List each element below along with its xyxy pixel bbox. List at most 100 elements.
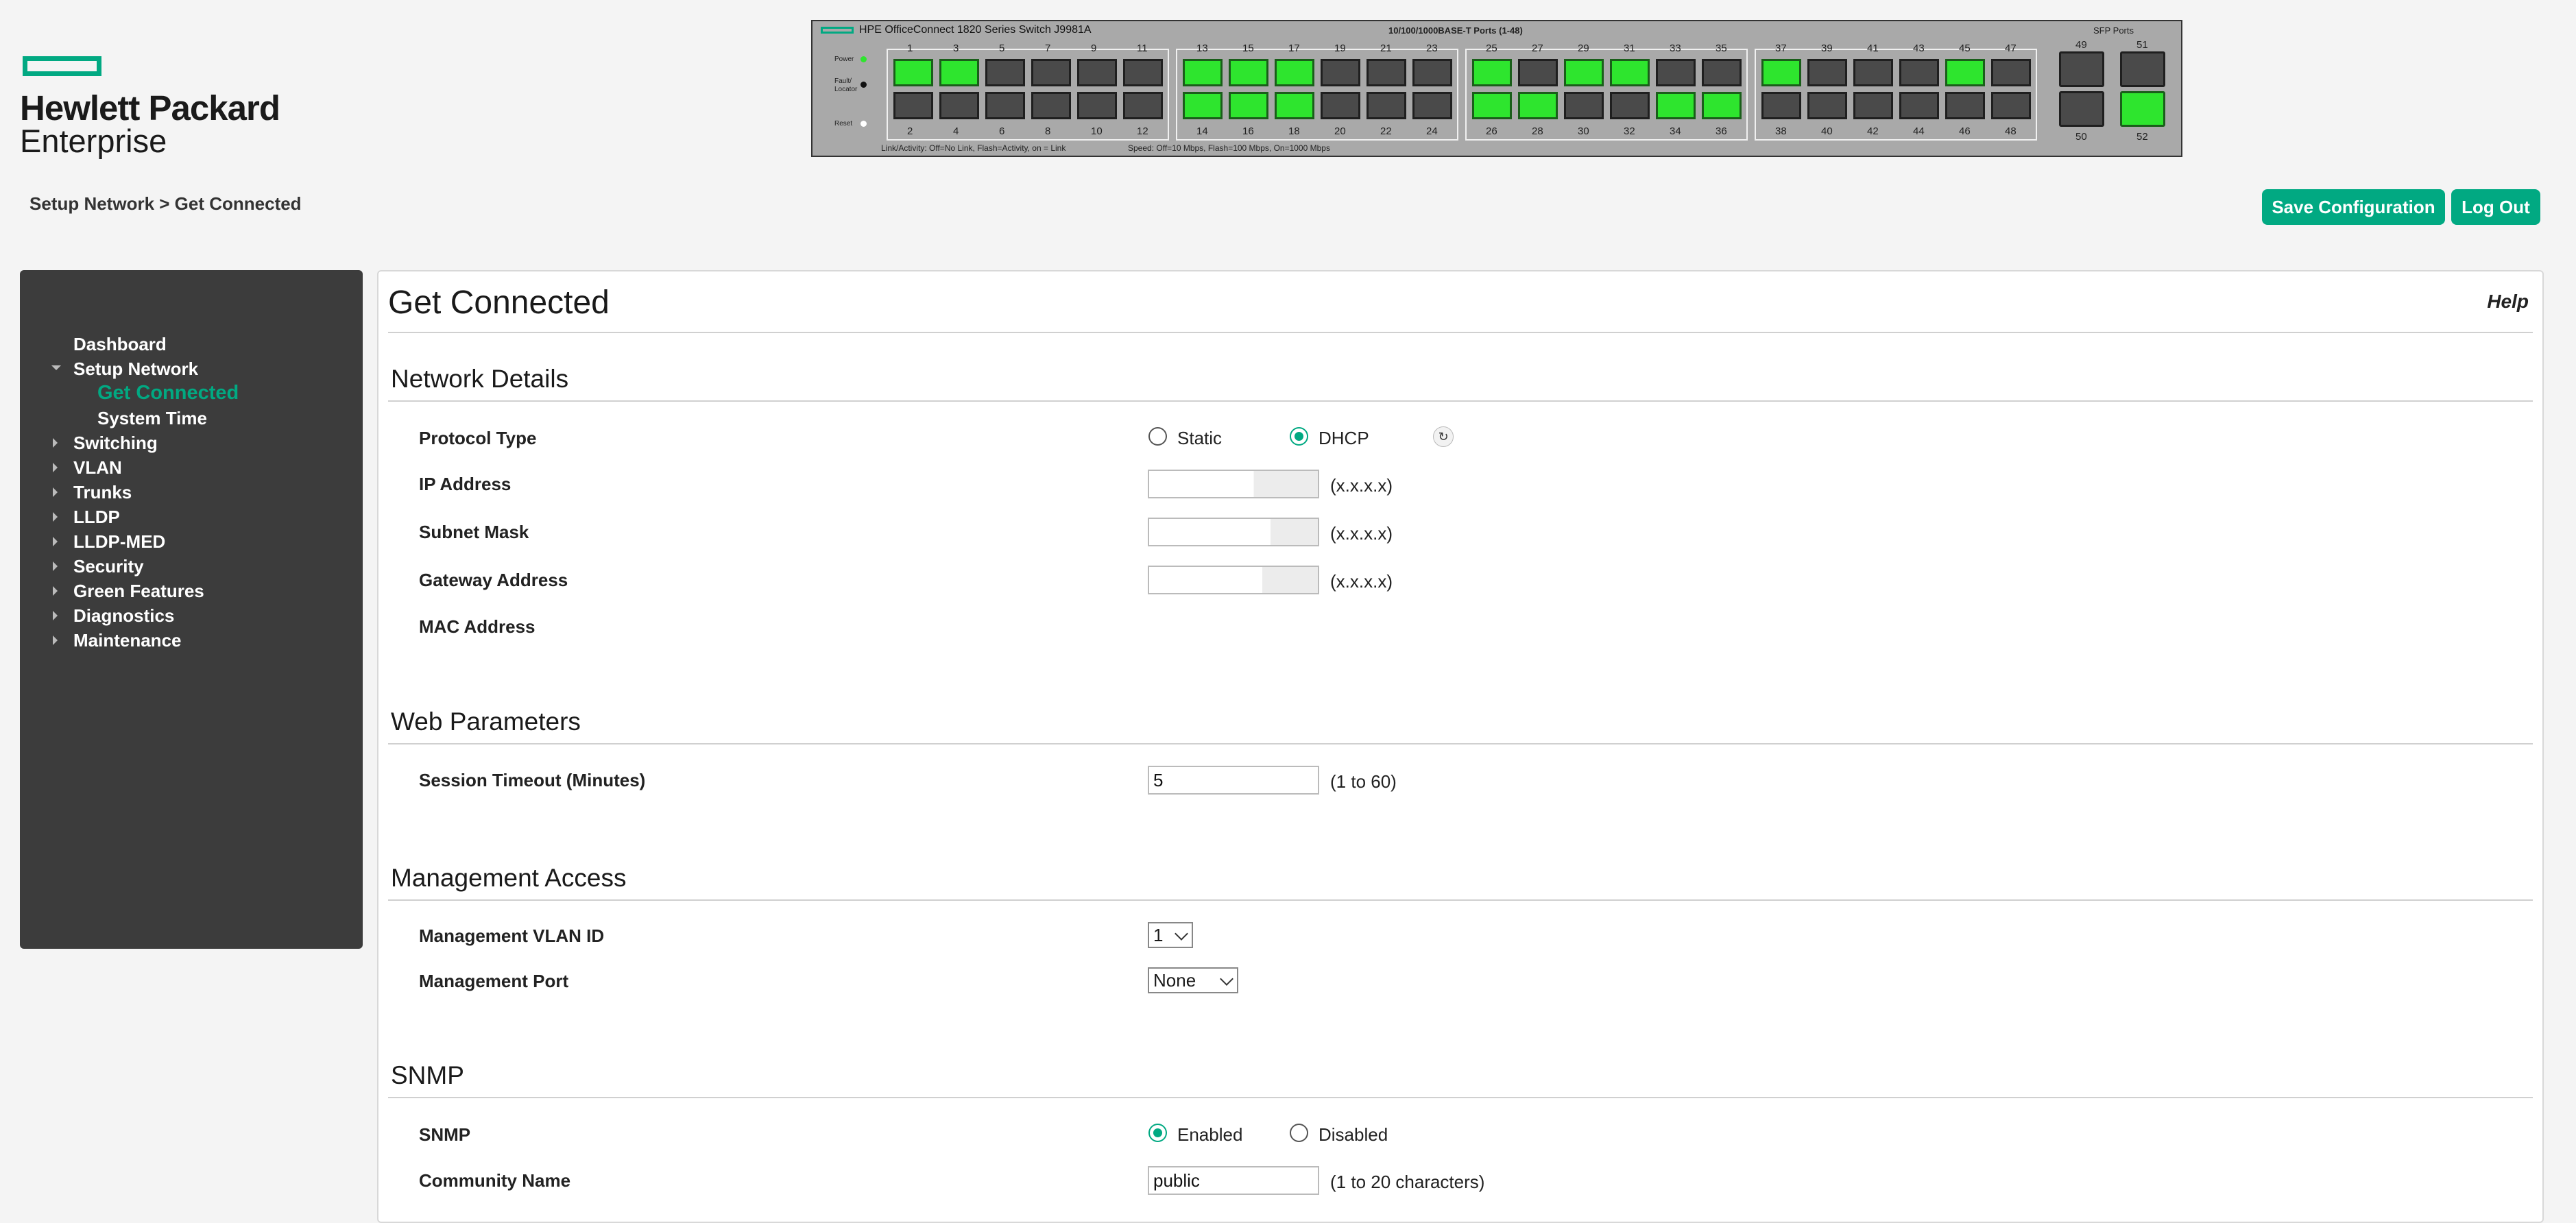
community-name-input[interactable]	[1148, 1166, 1319, 1195]
sidebar-item-vlan[interactable]: VLAN	[73, 457, 122, 479]
port-27[interactable]	[1518, 59, 1558, 86]
port-26[interactable]	[1472, 92, 1512, 119]
management-port-select[interactable]: None	[1148, 967, 1238, 993]
help-link[interactable]: Help	[2487, 291, 2529, 313]
caret-right-icon[interactable]	[53, 635, 58, 645]
sidebar-item-maintenance[interactable]: Maintenance	[73, 630, 182, 651]
gateway-address-label: Gateway Address	[419, 570, 568, 590]
caret-right-icon[interactable]	[53, 438, 58, 448]
port-44[interactable]	[1899, 92, 1939, 119]
log-out-button[interactable]: Log Out	[2451, 189, 2540, 225]
hpe-logo-mark	[23, 56, 101, 76]
subnet-mask-input[interactable]	[1148, 518, 1319, 546]
sidebar-item-lldp[interactable]: LLDP	[73, 507, 120, 528]
port-14[interactable]	[1183, 92, 1223, 119]
port-33[interactable]	[1656, 59, 1696, 86]
sidebar-item-switching[interactable]: Switching	[73, 433, 158, 454]
sidebar-item-green-features[interactable]: Green Features	[73, 581, 204, 602]
port-12[interactable]	[1123, 92, 1163, 119]
snmp-enabled-radio[interactable]	[1148, 1124, 1167, 1142]
community-name-hint: (1 to 20 characters)	[1330, 1172, 1485, 1192]
port-43[interactable]	[1899, 59, 1939, 86]
sidebar-item-trunks[interactable]: Trunks	[73, 482, 132, 503]
port-number-label: 22	[1380, 125, 1392, 137]
port-number-label: 28	[1532, 125, 1543, 137]
port-2[interactable]	[893, 92, 933, 119]
port-17[interactable]	[1275, 59, 1314, 86]
port-16[interactable]	[1229, 92, 1268, 119]
refresh-icon[interactable]: ↻	[1433, 426, 1454, 447]
port-24[interactable]	[1412, 92, 1452, 119]
port-42[interactable]	[1853, 92, 1893, 119]
port-3[interactable]	[939, 59, 979, 86]
sidebar-item-get-connected[interactable]: Get Connected	[97, 382, 239, 404]
sfp-port-49[interactable]	[2059, 51, 2104, 87]
port-7[interactable]	[1031, 59, 1071, 86]
port-10[interactable]	[1077, 92, 1117, 119]
port-45[interactable]	[1945, 59, 1985, 86]
port-29[interactable]	[1564, 59, 1604, 86]
port-30[interactable]	[1564, 92, 1604, 119]
protocol-static-radio[interactable]	[1148, 427, 1167, 446]
session-timeout-input[interactable]	[1148, 766, 1319, 795]
sidebar-item-lldp-med[interactable]: LLDP-MED	[73, 531, 165, 553]
caret-down-icon[interactable]	[51, 365, 61, 370]
port-28[interactable]	[1518, 92, 1558, 119]
port-34[interactable]	[1656, 92, 1696, 119]
port-35[interactable]	[1702, 59, 1742, 86]
port-5[interactable]	[985, 59, 1025, 86]
port-21[interactable]	[1367, 59, 1406, 86]
port-22[interactable]	[1367, 92, 1406, 119]
port-13[interactable]	[1183, 59, 1223, 86]
caret-right-icon[interactable]	[53, 487, 58, 497]
caret-right-icon[interactable]	[53, 611, 58, 620]
sidebar-item-setup-network[interactable]: Setup Network	[73, 359, 198, 380]
protocol-dhcp-radio[interactable]	[1290, 427, 1308, 446]
sidebar-item-dashboard[interactable]: Dashboard	[73, 334, 167, 355]
caret-right-icon[interactable]	[53, 537, 58, 546]
sfp-port-52[interactable]	[2120, 91, 2165, 127]
port-8[interactable]	[1031, 92, 1071, 119]
port-36[interactable]	[1702, 92, 1742, 119]
snmp-disabled-radio[interactable]	[1290, 1124, 1308, 1142]
reset-button[interactable]	[860, 121, 867, 127]
port-39[interactable]	[1807, 59, 1847, 86]
sidebar-item-system-time[interactable]: System Time	[97, 408, 207, 429]
port-number-label: 1	[907, 43, 913, 54]
port-4[interactable]	[939, 92, 979, 119]
management-vlan-select[interactable]: 1	[1148, 922, 1193, 948]
port-32[interactable]	[1610, 92, 1650, 119]
port-19[interactable]	[1321, 59, 1360, 86]
sidebar-item-security[interactable]: Security	[73, 556, 144, 577]
caret-right-icon[interactable]	[53, 463, 58, 472]
port-1[interactable]	[893, 59, 933, 86]
port-46[interactable]	[1945, 92, 1985, 119]
port-number-label: 20	[1334, 125, 1346, 137]
snmp-divider	[388, 1097, 2533, 1098]
port-38[interactable]	[1761, 92, 1801, 119]
port-48[interactable]	[1991, 92, 2031, 119]
sidebar-item-diagnostics[interactable]: Diagnostics	[73, 605, 174, 627]
port-18[interactable]	[1275, 92, 1314, 119]
port-31[interactable]	[1610, 59, 1650, 86]
ip-address-input[interactable]	[1148, 470, 1319, 498]
save-configuration-button[interactable]: Save Configuration	[2262, 189, 2445, 225]
caret-right-icon[interactable]	[53, 586, 58, 596]
port-15[interactable]	[1229, 59, 1268, 86]
gateway-address-input[interactable]	[1148, 566, 1319, 594]
port-9[interactable]	[1077, 59, 1117, 86]
port-41[interactable]	[1853, 59, 1893, 86]
sfp-port-51[interactable]	[2120, 51, 2165, 87]
port-25[interactable]	[1472, 59, 1512, 86]
port-40[interactable]	[1807, 92, 1847, 119]
port-6[interactable]	[985, 92, 1025, 119]
port-number-label: 11	[1137, 43, 1148, 54]
port-23[interactable]	[1412, 59, 1452, 86]
sfp-port-50[interactable]	[2059, 91, 2104, 127]
port-37[interactable]	[1761, 59, 1801, 86]
caret-right-icon[interactable]	[53, 512, 58, 522]
port-20[interactable]	[1321, 92, 1360, 119]
port-47[interactable]	[1991, 59, 2031, 86]
caret-right-icon[interactable]	[53, 561, 58, 571]
port-11[interactable]	[1123, 59, 1163, 86]
